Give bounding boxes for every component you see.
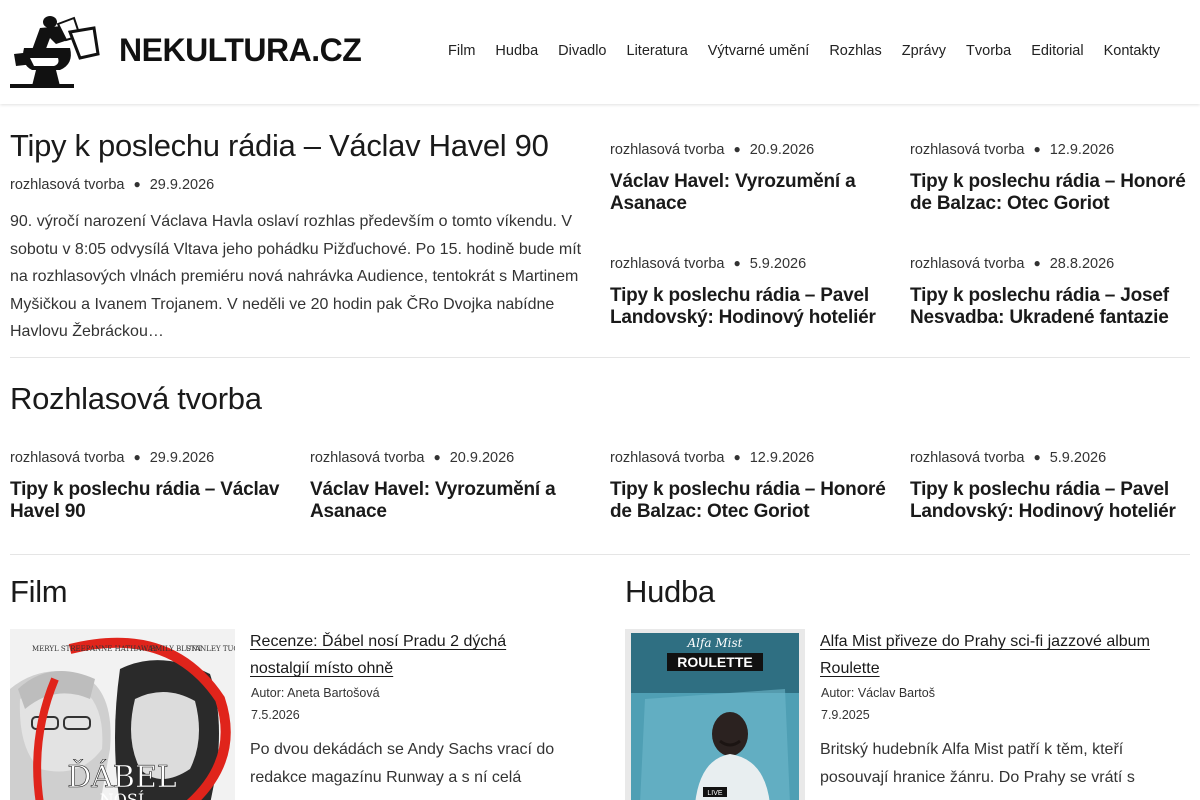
post-title[interactable]: Tipy k poslechu rádia – Honoré de Balzac…	[910, 171, 1195, 215]
meta-separator: ●	[733, 256, 741, 270]
site-logo[interactable]	[10, 14, 100, 90]
post-category[interactable]: rozhlasová tvorba	[910, 450, 1024, 466]
nav-item-rozhlas[interactable]: Rozhlas	[829, 43, 881, 59]
post-meta: rozhlasová tvorba ● 20.9.2026	[310, 450, 595, 466]
site-title[interactable]: NEKULTURA.CZ	[119, 32, 362, 69]
hudba-post-excerpt: Britský hudebník Alfa Mist patří k těm, …	[820, 741, 1135, 786]
poster-actor: MERYL STREEP	[32, 645, 91, 653]
post-category[interactable]: rozhlasová tvorba	[10, 450, 124, 466]
toilet-reader-logo-icon	[10, 16, 100, 88]
rozhlas-post-card: rozhlasová tvorba ● 5.9.2026 Tipy k poslec…	[910, 450, 1195, 523]
post-meta: rozhlasová tvorba ● 5.9.2026	[910, 450, 1195, 466]
nav-item-hudba[interactable]: Hudba	[495, 43, 538, 59]
post-meta: rozhlasová tvorba ● 28.8.2026	[910, 256, 1195, 272]
nav-item-film[interactable]: Film	[448, 43, 475, 59]
post-meta: rozhlasová tvorba ● 20.9.2026	[610, 142, 895, 158]
nav-item-literatura[interactable]: Literatura	[627, 43, 688, 59]
post-title[interactable]: Václav Havel: Vyrozumění a Asanace	[310, 479, 560, 523]
section-heading-film[interactable]: Film	[10, 574, 68, 610]
meta-separator: ●	[1033, 450, 1041, 464]
post-category[interactable]: rozhlasová tvorba	[610, 450, 724, 466]
post-date: 20.9.2026	[749, 142, 815, 158]
meta-separator: ●	[1033, 256, 1041, 270]
post-date: 5.9.2026	[749, 256, 807, 272]
meta-separator: ●	[733, 450, 741, 464]
film-post-author: Autor: Aneta Bartošová	[251, 686, 380, 700]
post-date: 28.8.2026	[1049, 256, 1115, 272]
post-date: 20.9.2026	[449, 450, 515, 466]
hudba-post-author: Autor: Václav Bartoš	[821, 686, 935, 700]
nav-item-kontakty[interactable]: Kontakty	[1104, 43, 1160, 59]
side-post-card: rozhlasová tvorba ● 12.9.2026 Tipy k posle…	[910, 142, 1195, 215]
hudba-post-date: 7.9.2025	[821, 708, 870, 722]
nav-item-divadlo[interactable]: Divadlo	[558, 43, 606, 59]
section-divider	[10, 357, 1190, 358]
post-meta: rozhlasová tvorba ● 12.9.2026	[610, 450, 895, 466]
movie-poster-image: MERYL STREEP ANNE HATHAWAY EMILY BLUNT S…	[10, 629, 235, 800]
post-title[interactable]: Tipy k poslechu rádia – Pavel Landovský:…	[910, 479, 1195, 523]
post-date: 12.9.2026	[1049, 142, 1115, 158]
post-date: 29.9.2026	[149, 450, 215, 466]
post-category[interactable]: rozhlasová tvorba	[910, 142, 1024, 158]
meta-separator: ●	[133, 177, 141, 191]
featured-post-title[interactable]: Tipy k poslechu rádia – Václav Havel 90	[10, 128, 549, 164]
meta-separator: ●	[433, 450, 441, 464]
post-meta: rozhlasová tvorba ● 12.9.2026	[910, 142, 1195, 158]
nav-item-zpravy[interactable]: Zprávy	[902, 43, 946, 59]
meta-separator: ●	[1033, 142, 1041, 156]
post-meta: rozhlasová tvorba ● 5.9.2026	[610, 256, 895, 272]
main-nav: Film Hudba Divadlo Literatura Výtvarné u…	[448, 43, 1160, 59]
meta-separator: ●	[133, 450, 141, 464]
post-category[interactable]: rozhlasová tvorba	[910, 256, 1024, 272]
album-cover-image: Alfa Mist ROULETTE LIVE	[625, 629, 805, 800]
poster-actor: STANLEY TUCCI	[186, 645, 235, 653]
post-category[interactable]: rozhlasová tvorba	[610, 142, 724, 158]
section-heading-rozhlas[interactable]: Rozhlasová tvorba	[10, 381, 262, 417]
post-title[interactable]: Václav Havel: Vyrozumění a Asanace	[610, 171, 860, 215]
section-divider	[10, 554, 1190, 555]
nav-item-tvorba[interactable]: Tvorba	[966, 43, 1011, 59]
poster-title: NOSÍ	[100, 789, 144, 800]
post-category[interactable]: rozhlasová tvorba	[610, 256, 724, 272]
section-heading-hudba[interactable]: Hudba	[625, 574, 715, 610]
post-category[interactable]: rozhlasová tvorba	[10, 177, 124, 193]
side-post-card: rozhlasová tvorba ● 28.8.2026 Tipy k posle…	[910, 256, 1195, 329]
nav-item-editorial[interactable]: Editorial	[1031, 43, 1083, 59]
hudba-post-thumbnail[interactable]: Alfa Mist ROULETTE LIVE	[625, 629, 805, 800]
post-date: 12.9.2026	[749, 450, 815, 466]
site-header: NEKULTURA.CZ Film Hudba Divadlo Literatu…	[0, 0, 1200, 104]
film-post-date: 7.5.2026	[251, 708, 300, 722]
rozhlas-post-card: rozhlasová tvorba ● 20.9.2026 Václav Havel…	[310, 450, 595, 523]
cover-badge: LIVE	[707, 790, 723, 797]
poster-actor: ANNE HATHAWAY	[89, 645, 158, 653]
rozhlas-post-card: rozhlasová tvorba ● 29.9.2026 Tipy k posle…	[10, 450, 295, 523]
post-title[interactable]: Tipy k poslechu rádia – Václav Havel 90	[10, 479, 295, 523]
hudba-post-title[interactable]: Alfa Mist přiveze do Prahy sci-fi jazzov…	[820, 628, 1180, 682]
film-post-excerpt: Po dvou dekádách se Andy Sachs vrací do …	[250, 741, 555, 786]
featured-post-meta: rozhlasová tvorba ● 29.9.2026	[10, 177, 214, 193]
post-title[interactable]: Tipy k poslechu rádia – Honoré de Balzac…	[610, 479, 895, 523]
film-post-thumbnail[interactable]: MERYL STREEP ANNE HATHAWAY EMILY BLUNT S…	[10, 629, 235, 800]
post-title[interactable]: Tipy k poslechu rádia – Josef Nesvadba: …	[910, 285, 1195, 329]
cover-artist: Alfa Mist	[686, 636, 742, 650]
post-title[interactable]: Tipy k poslechu rádia – Pavel Landovský:…	[610, 285, 895, 329]
post-category[interactable]: rozhlasová tvorba	[310, 450, 424, 466]
post-date: 29.9.2026	[149, 177, 215, 193]
cover-album: ROULETTE	[677, 654, 752, 670]
post-date: 5.9.2026	[1049, 450, 1107, 466]
nav-item-vytvarne-umeni[interactable]: Výtvarné umění	[708, 43, 810, 59]
side-post-card: rozhlasová tvorba ● 20.9.2026 Václav Havel…	[610, 142, 895, 215]
post-meta: rozhlasová tvorba ● 29.9.2026	[10, 450, 295, 466]
rozhlas-post-card: rozhlasová tvorba ● 12.9.2026 Tipy k posle…	[610, 450, 895, 523]
meta-separator: ●	[733, 142, 741, 156]
side-post-card: rozhlasová tvorba ● 5.9.2026 Tipy k poslec…	[610, 256, 895, 329]
film-post-title[interactable]: Recenze: Ďábel nosí Pradu 2 dýchá nostal…	[250, 628, 570, 682]
featured-post-excerpt: 90. výročí narození Václava Havla oslaví…	[10, 213, 582, 340]
